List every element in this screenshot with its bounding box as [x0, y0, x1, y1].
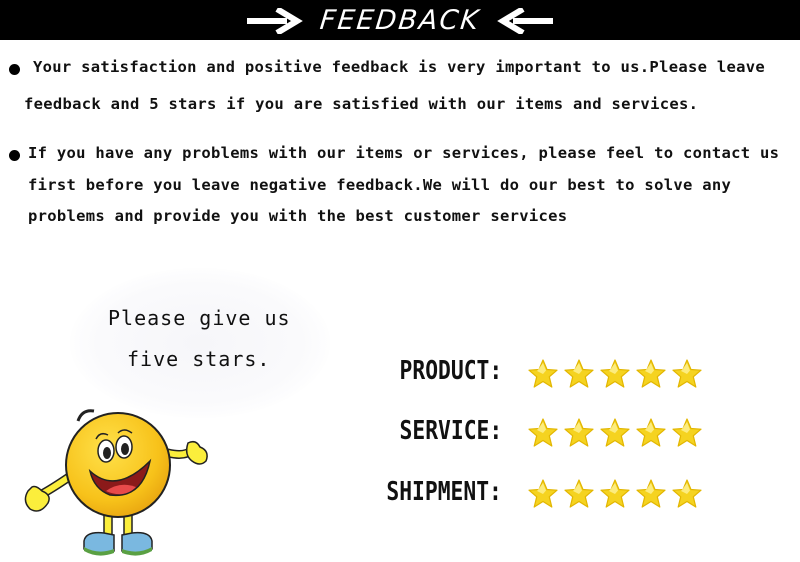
rating-label-service: SERVICE:: [399, 416, 502, 446]
star-filled-icon: [600, 479, 630, 508]
bullet-icon: [9, 150, 20, 161]
rating-stars-service: [527, 417, 703, 449]
arrow-right-icon: [247, 7, 304, 34]
star-filled-icon: [672, 359, 702, 388]
star-filled-icon: [636, 359, 666, 388]
paragraph-1-line-1: Your satisfaction and positive feedback …: [33, 58, 766, 76]
speech-bubble-line-1: Please give us: [108, 306, 291, 330]
star-filled-icon: [600, 418, 630, 447]
arrow-left-icon: [496, 7, 553, 34]
bullet-icon: [9, 64, 20, 75]
star-filled-icon: [528, 359, 558, 388]
star-filled-icon: [528, 418, 558, 447]
star-filled-icon: [528, 479, 558, 508]
star-filled-icon: [672, 418, 702, 447]
paragraph-2-line-1: If you have any problems with our items …: [28, 144, 780, 162]
feedback-banner: FEEDBACK: [0, 0, 800, 40]
star-filled-icon: [636, 479, 666, 508]
star-filled-icon: [636, 418, 666, 447]
banner-title: FEEDBACK: [0, 2, 800, 39]
paragraph-1-line-2: feedback and 5 stars if you are satisfie…: [24, 95, 699, 113]
rating-label-shipment: SHIPMENT:: [386, 477, 502, 507]
star-filled-icon: [564, 418, 594, 447]
star-filled-icon: [600, 359, 630, 388]
paragraph-2-line-3: problems and provide you with the best c…: [28, 207, 568, 225]
speech-bubble-line-2: five stars.: [127, 347, 271, 371]
rating-stars-product: [527, 358, 703, 390]
star-filled-icon: [564, 359, 594, 388]
star-filled-icon: [672, 479, 702, 508]
rating-stars-shipment: [527, 478, 703, 510]
paragraph-2-line-2: first before you leave negative feedback…: [28, 176, 732, 194]
smiley-mascot-icon: [24, 409, 208, 556]
banner-title-text: FEEDBACK: [318, 4, 482, 36]
star-filled-icon: [564, 479, 594, 508]
rating-label-product: PRODUCT:: [399, 356, 502, 386]
